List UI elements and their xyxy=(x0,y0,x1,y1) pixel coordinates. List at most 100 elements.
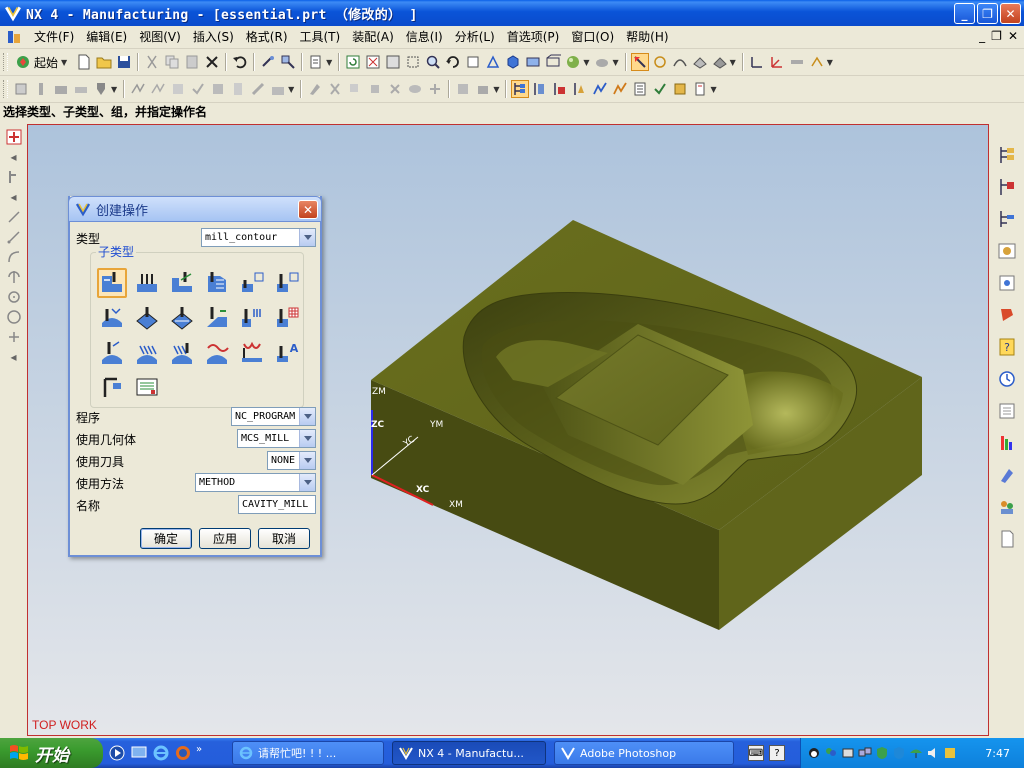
snap-face-icon[interactable] xyxy=(691,53,709,71)
line-point-icon[interactable] xyxy=(5,228,23,246)
create-program-icon[interactable] xyxy=(12,80,30,98)
menu-tools[interactable]: 工具(T) xyxy=(294,27,347,47)
create-tool-icon[interactable] xyxy=(32,80,50,98)
copy-icon[interactable] xyxy=(163,53,181,71)
method-view-icon[interactable] xyxy=(571,80,589,98)
toolbar-grip[interactable] xyxy=(3,53,8,71)
tray-network-icon[interactable] xyxy=(858,746,872,760)
machine-tool-view-icon[interactable] xyxy=(531,80,549,98)
tray-antivirus-icon[interactable] xyxy=(875,746,889,760)
streamline-icon[interactable] xyxy=(167,303,197,333)
dropdown-arrow-icon[interactable]: ▼ xyxy=(288,85,294,94)
rotate-icon[interactable] xyxy=(444,53,462,71)
toolpath-list-icon[interactable] xyxy=(631,80,649,98)
dropdown-arrow-icon[interactable]: ▼ xyxy=(326,58,332,67)
ie-icon[interactable] xyxy=(152,744,170,762)
plunge-milling-icon[interactable] xyxy=(132,268,162,298)
tool-select[interactable]: NONE xyxy=(267,451,316,470)
generate-toolpath-icon[interactable] xyxy=(129,80,147,98)
geometry-select[interactable]: MCS_MILL xyxy=(237,429,316,448)
title-bar[interactable]: NX 4 - Manufacturing - [essential.prt （修… xyxy=(0,0,1024,26)
orient-view-icon[interactable] xyxy=(504,53,522,71)
object-info-icon[interactable] xyxy=(454,80,472,98)
ime-help-icon[interactable]: ? xyxy=(769,745,785,761)
dropdown-arrow-icon[interactable]: ▼ xyxy=(583,58,589,67)
keyboard-icon[interactable]: ⌨ xyxy=(748,745,764,761)
cavity-mill-icon[interactable] xyxy=(97,268,127,298)
tray-security-icon[interactable] xyxy=(892,746,906,760)
zoom-window-icon[interactable] xyxy=(404,53,422,71)
fixed-contour-icon[interactable] xyxy=(272,268,302,298)
transform-object-icon[interactable] xyxy=(426,80,444,98)
contour-text-icon[interactable] xyxy=(237,338,267,368)
paste-icon[interactable] xyxy=(183,53,201,71)
mill-user-icon[interactable]: A xyxy=(272,338,302,368)
undo-icon[interactable] xyxy=(231,53,249,71)
cut-icon[interactable] xyxy=(143,53,161,71)
dropdown-arrow-icon[interactable]: ▼ xyxy=(111,85,117,94)
taskbar-item-nx[interactable]: NX 4 - Manufactu... xyxy=(392,741,546,765)
display-object-icon[interactable] xyxy=(406,80,424,98)
corner-rough-icon[interactable] xyxy=(167,268,197,298)
replay-toolpath-icon[interactable] xyxy=(149,80,167,98)
selection-filter-icon[interactable] xyxy=(630,53,649,71)
reuse-library-icon[interactable] xyxy=(996,240,1018,262)
collapse-arrow-icon[interactable]: ◂ xyxy=(5,148,23,166)
zoom-icon[interactable] xyxy=(424,53,442,71)
minimize-button[interactable]: _ xyxy=(954,3,975,24)
wcs-orient-icon[interactable] xyxy=(808,53,826,71)
create-operation-icon[interactable] xyxy=(92,80,110,98)
tray-volume-icon[interactable] xyxy=(926,746,940,760)
user-roles-icon[interactable] xyxy=(996,496,1018,518)
new-file-icon[interactable] xyxy=(75,53,93,71)
replay-icon[interactable] xyxy=(611,80,629,98)
operation-name-input[interactable] xyxy=(238,495,316,514)
close-button[interactable]: ✕ xyxy=(1000,3,1021,24)
roles-icon[interactable] xyxy=(996,304,1018,326)
tray-messenger-icon[interactable] xyxy=(824,746,838,760)
menu-view[interactable]: 视图(V) xyxy=(133,27,187,47)
wcs-origin-icon[interactable] xyxy=(768,53,786,71)
menu-help[interactable]: 帮助(H) xyxy=(620,27,674,47)
restore-button[interactable]: ❐ xyxy=(977,3,998,24)
snap-point-icon[interactable] xyxy=(651,53,669,71)
zlevel-corner-icon[interactable] xyxy=(237,268,267,298)
start-menu-button[interactable]: 起始 ▼ xyxy=(11,54,74,71)
tray-media-icon[interactable] xyxy=(841,746,855,760)
taskbar-item-ie[interactable]: 请帮忙吧! ! ! ... xyxy=(232,741,384,765)
object-attributes-icon[interactable] xyxy=(474,80,492,98)
tray-qq-icon[interactable] xyxy=(807,746,821,760)
menu-file[interactable]: 文件(F) xyxy=(28,27,80,47)
copy-object-icon[interactable] xyxy=(346,80,364,98)
tray-umbrella-icon[interactable] xyxy=(909,746,923,760)
paste-object-icon[interactable] xyxy=(366,80,384,98)
dialog-title-bar[interactable]: 创建操作 ✕ xyxy=(68,196,322,222)
ellipse-tool-icon[interactable] xyxy=(5,308,23,326)
solid-profile-3d-icon[interactable] xyxy=(167,338,197,368)
document-menu-icon[interactable] xyxy=(6,29,22,45)
post-icon[interactable] xyxy=(671,80,689,98)
flowcut-multiple-icon[interactable] xyxy=(272,303,302,333)
shop-docs-icon[interactable] xyxy=(229,80,247,98)
cut-object-icon[interactable] xyxy=(326,80,344,98)
palette-icon[interactable] xyxy=(996,432,1018,454)
verify-toolpath-icon[interactable] xyxy=(189,80,207,98)
contour-surface-area-icon[interactable] xyxy=(132,303,162,333)
menu-analysis[interactable]: 分析(L) xyxy=(449,27,501,47)
mdi-minimize-button[interactable]: _ xyxy=(979,29,985,43)
menu-preferences[interactable]: 首选项(P) xyxy=(501,27,566,47)
method-select[interactable]: METHOD xyxy=(195,473,316,492)
delete-icon[interactable] xyxy=(203,53,221,71)
profile-3d-icon[interactable] xyxy=(202,338,232,368)
menu-format[interactable]: 格式(R) xyxy=(240,27,294,47)
create-method-icon[interactable] xyxy=(72,80,90,98)
create-geometry-icon[interactable] xyxy=(52,80,70,98)
generate-icon[interactable] xyxy=(591,80,609,98)
history-icon[interactable] xyxy=(996,272,1018,294)
circle-tool-icon[interactable] xyxy=(5,288,23,306)
cut-feed-icon[interactable] xyxy=(249,80,267,98)
desktop-icon[interactable] xyxy=(130,744,148,762)
media-player-icon[interactable] xyxy=(108,744,126,762)
refresh-icon[interactable] xyxy=(344,53,362,71)
snap-curve-icon[interactable] xyxy=(671,53,689,71)
